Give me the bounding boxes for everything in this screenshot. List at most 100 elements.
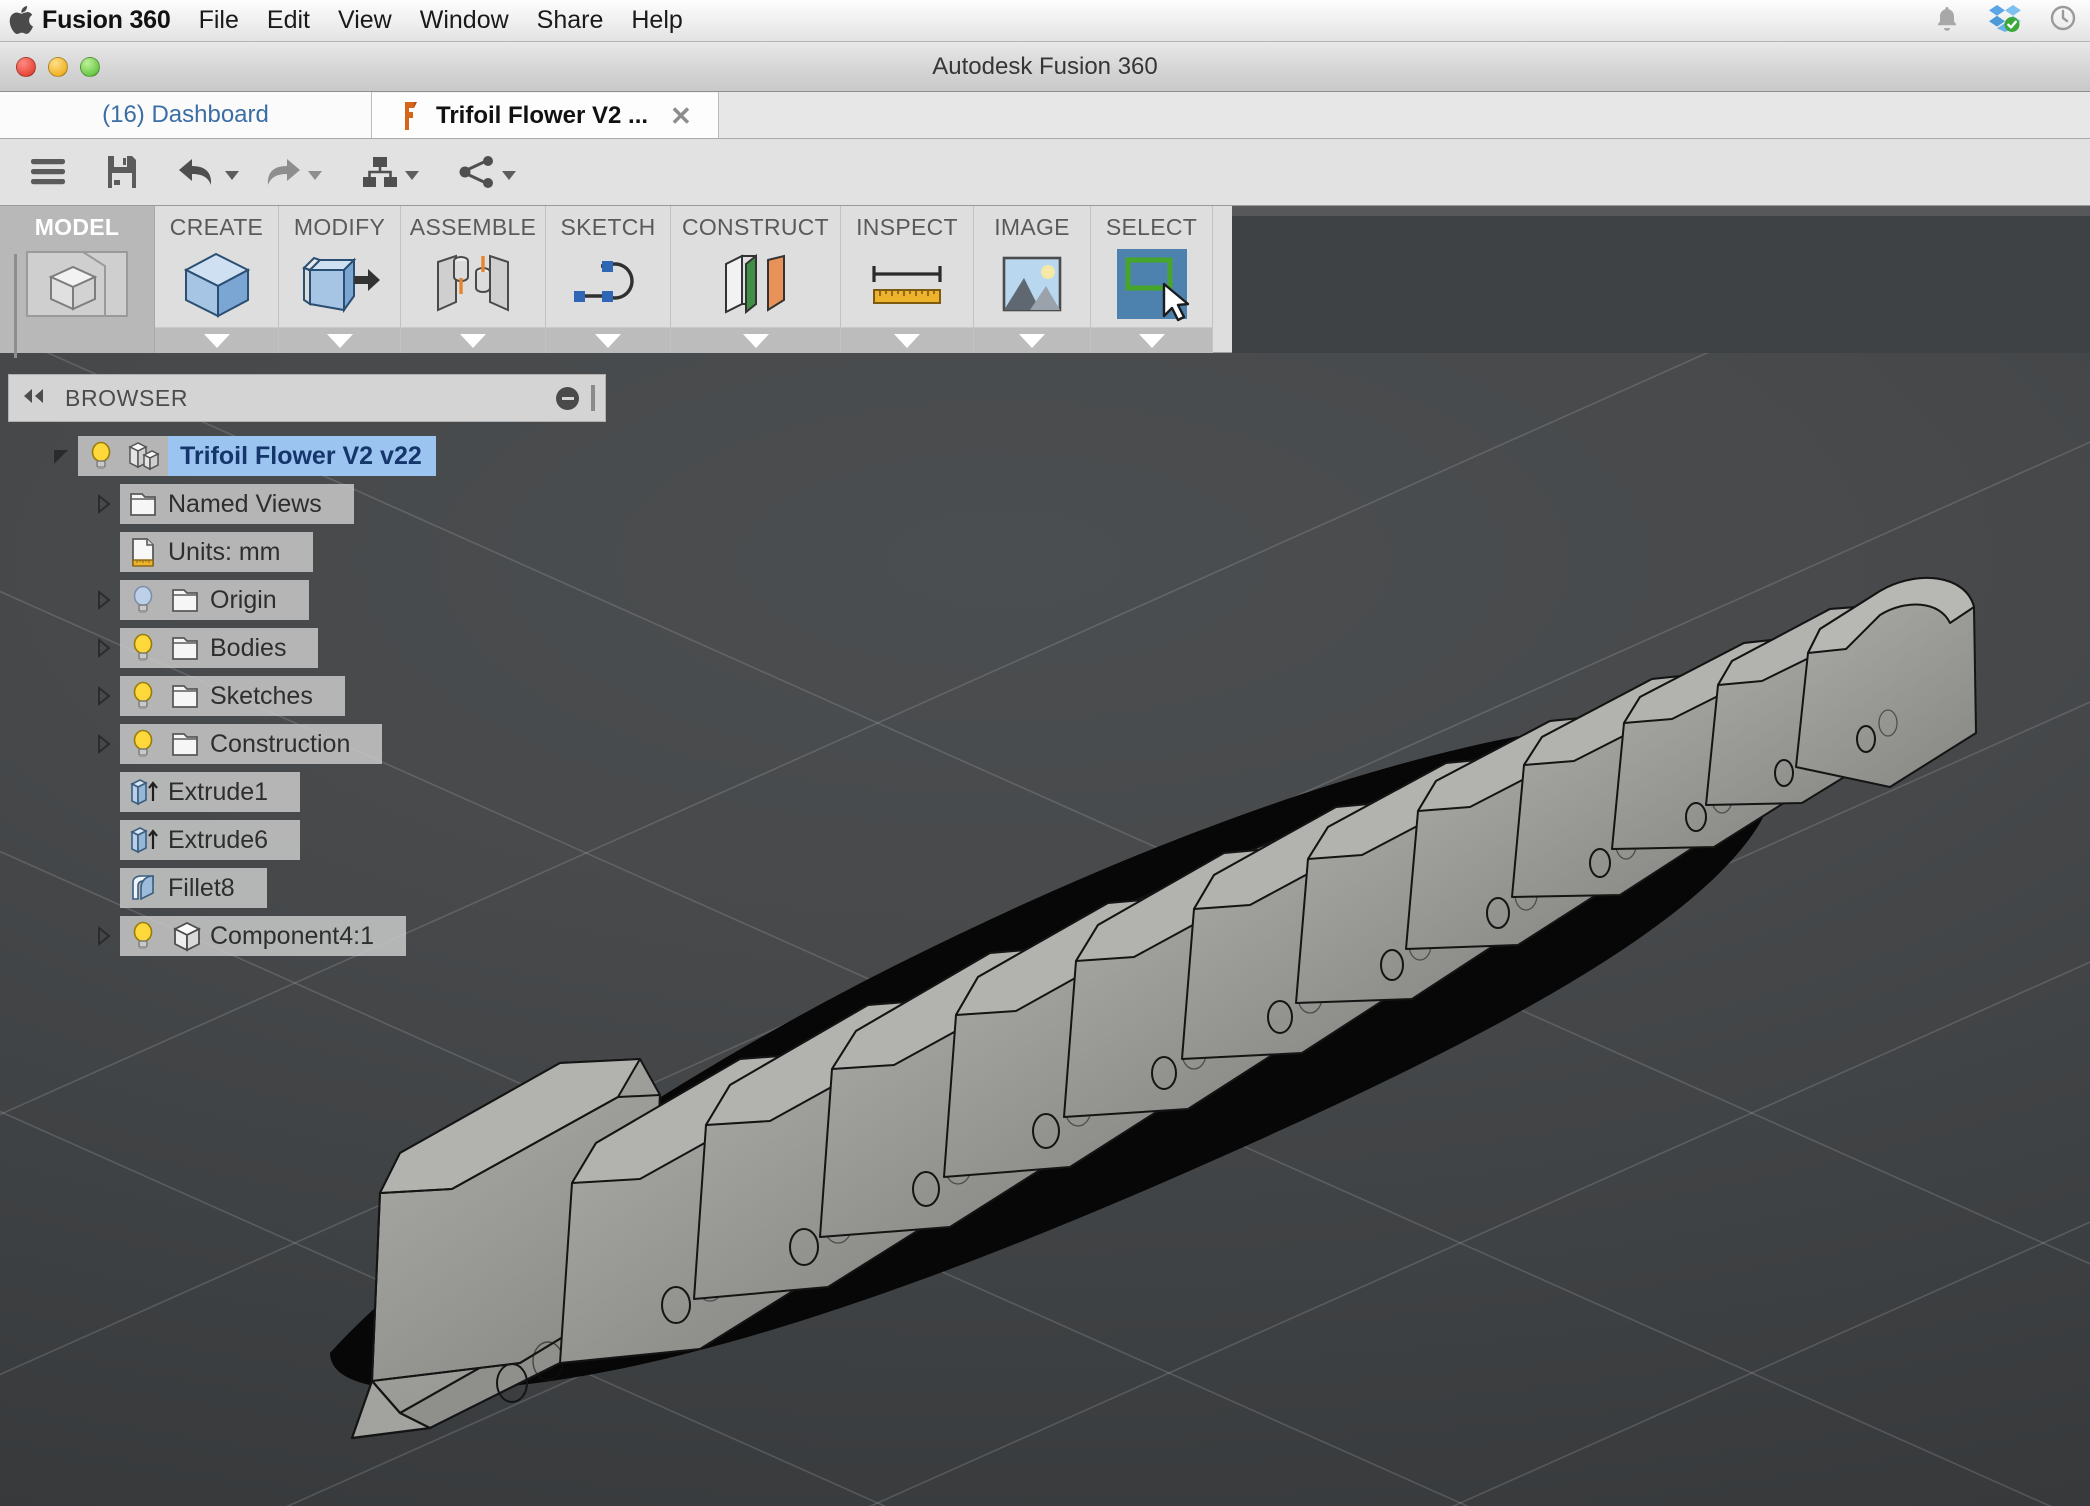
drag-grip-icon[interactable] <box>591 385 595 411</box>
panel-modify-dropdown[interactable] <box>279 327 400 353</box>
bell-icon[interactable] <box>1934 4 1960 37</box>
tree-row-extrude1[interactable]: Extrude1 <box>8 770 606 814</box>
ruler-icon[interactable] <box>841 241 973 327</box>
share-dropdown-caret-icon[interactable] <box>502 170 516 180</box>
tree-label-extrude1: Extrude1 <box>168 777 269 806</box>
dropbox-icon[interactable] <box>1988 3 2022 38</box>
spline-icon[interactable] <box>546 241 670 327</box>
tree-row-bodies[interactable]: Bodies <box>8 626 606 670</box>
panel-image-dropdown[interactable] <box>974 327 1090 353</box>
undo-dropdown-caret-icon[interactable] <box>225 170 239 180</box>
mac-menu-share[interactable]: Share <box>537 6 604 35</box>
panel-select-label: SELECT <box>1105 214 1198 240</box>
joint-icon[interactable] <box>401 241 545 327</box>
data-panel-button[interactable] <box>350 144 429 200</box>
tree-row-sketches[interactable]: Sketches <box>8 674 606 718</box>
tree-row-root[interactable]: Trifoil Flower V2 v22 <box>8 434 606 478</box>
panel-create-dropdown[interactable] <box>155 327 278 353</box>
document-tab-bar: (16) Dashboard Trifoil Flower V2 ... ✕ <box>0 91 2090 139</box>
panel-modify[interactable]: MODIFY <box>279 206 401 353</box>
panel-select[interactable]: SELECT <box>1091 206 1213 353</box>
tree-label-component4: Component4:1 <box>210 921 375 950</box>
undo-button[interactable] <box>166 144 249 200</box>
apple-logo-icon[interactable] <box>0 5 42 36</box>
planes-icon[interactable] <box>671 241 840 327</box>
fin-segment-nose <box>1795 576 1977 788</box>
tab-trifoil-flower[interactable]: Trifoil Flower V2 ... ✕ <box>372 91 719 138</box>
units-doc-icon <box>126 535 160 569</box>
tree-label-bodies: Bodies <box>210 633 287 662</box>
panel-create-label: CREATE <box>169 214 264 240</box>
tree-row-units[interactable]: Units: mm <box>8 530 606 574</box>
folder-icon <box>168 583 202 617</box>
window-title: Autodesk Fusion 360 <box>932 52 1158 80</box>
mac-menu-file[interactable]: File <box>199 6 239 35</box>
tree-row-fillet8[interactable]: Fillet8 <box>8 866 606 910</box>
workspace-dropdown[interactable] <box>0 327 154 353</box>
lightbulb-on-icon[interactable] <box>126 631 160 665</box>
tree-row-construction[interactable]: Construction <box>8 722 606 766</box>
panel-construct[interactable]: CONSTRUCT <box>671 206 841 353</box>
component-icon <box>168 919 202 953</box>
share-button[interactable] <box>447 144 526 200</box>
lightbulb-on-icon[interactable] <box>126 727 160 761</box>
lightbulb-on-icon[interactable] <box>126 919 160 953</box>
panel-select-dropdown[interactable] <box>1091 327 1212 353</box>
mac-menu-help[interactable]: Help <box>631 6 682 35</box>
tree-label-units: Units: mm <box>168 537 281 566</box>
tree-row-origin[interactable]: Origin <box>8 578 606 622</box>
mac-menu-edit[interactable]: Edit <box>267 6 310 35</box>
mac-menu-app-name[interactable]: Fusion 360 <box>42 6 171 35</box>
chevron-down-icon <box>326 333 353 348</box>
chevron-down-icon <box>460 333 486 348</box>
twisty-closed-icon[interactable] <box>86 493 120 515</box>
panel-create[interactable]: CREATE <box>155 206 279 353</box>
tree-row-named-views[interactable]: Named Views <box>8 482 606 526</box>
twisty-open-icon[interactable] <box>44 445 78 467</box>
tab-dashboard[interactable]: (16) Dashboard <box>0 91 372 138</box>
data-panel-dropdown-caret-icon[interactable] <box>405 170 419 180</box>
mac-menu-bar: Fusion 360 File Edit View Window Share H… <box>0 0 2090 42</box>
tree-row-component4[interactable]: Component4:1 <box>8 914 606 958</box>
panel-sketch-dropdown[interactable] <box>546 327 670 353</box>
double-chevron-left-icon[interactable] <box>19 386 49 411</box>
twisty-closed-icon[interactable] <box>86 733 120 755</box>
drag-grip-icon[interactable] <box>14 254 24 358</box>
box-icon[interactable] <box>155 241 278 327</box>
panel-inspect[interactable]: INSPECT <box>841 206 974 353</box>
tree-label-origin: Origin <box>210 585 277 614</box>
menu-button[interactable] <box>18 144 78 200</box>
clock-icon[interactable] <box>2050 5 2076 36</box>
lightbulb-off-icon[interactable] <box>126 583 160 617</box>
mac-menu-view[interactable]: View <box>338 6 392 35</box>
panel-assemble[interactable]: ASSEMBLE <box>401 206 546 353</box>
picture-icon[interactable] <box>974 241 1090 327</box>
ribbon-toolbar: MODEL CREATE MODIFY ASSEMBLE SKETCH CONS… <box>0 206 1232 358</box>
tree-label-sketches: Sketches <box>210 681 313 710</box>
tree-label-extrude6: Extrude6 <box>168 825 269 854</box>
press-pull-icon[interactable] <box>279 241 400 327</box>
chevron-down-icon <box>595 333 621 348</box>
twisty-closed-icon[interactable] <box>86 925 120 947</box>
panel-assemble-dropdown[interactable] <box>401 327 545 353</box>
mac-menu-window[interactable]: Window <box>420 6 509 35</box>
close-icon[interactable]: ✕ <box>670 103 692 129</box>
twisty-closed-icon[interactable] <box>86 685 120 707</box>
tab-trifoil-label: Trifoil Flower V2 ... <box>436 101 649 129</box>
lightbulb-on-icon[interactable] <box>84 439 118 473</box>
save-button[interactable] <box>96 144 148 200</box>
tree-label-fillet8: Fillet8 <box>168 873 235 902</box>
twisty-closed-icon[interactable] <box>86 589 120 611</box>
redo-dropdown-caret-icon[interactable] <box>308 170 322 180</box>
select-window-cursor-icon[interactable] <box>1091 241 1212 327</box>
tree-row-extrude6[interactable]: Extrude6 <box>8 818 606 862</box>
workspace-switcher-model[interactable]: MODEL <box>0 206 155 358</box>
panel-inspect-dropdown[interactable] <box>841 327 973 353</box>
redo-button[interactable] <box>249 144 332 200</box>
minus-circle-icon[interactable] <box>556 386 579 410</box>
lightbulb-on-icon[interactable] <box>126 679 160 713</box>
twisty-closed-icon[interactable] <box>86 637 120 659</box>
panel-construct-dropdown[interactable] <box>671 327 840 353</box>
panel-sketch[interactable]: SKETCH <box>546 206 671 353</box>
panel-image[interactable]: IMAGE <box>974 206 1091 353</box>
